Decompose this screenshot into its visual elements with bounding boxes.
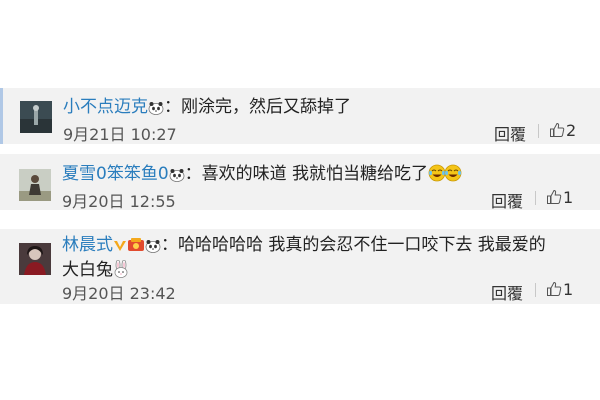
like-count: 2 [566,121,577,140]
verified-v-icon [113,237,127,259]
comment-content: 小不点迈克 ：刚涂完，然后又舔掉了 [63,96,351,121]
avatar[interactable] [19,243,51,275]
comment-text-line1: 哈哈哈哈哈 我真的会忍不住一口咬下去 我最爱的 [178,235,546,255]
comment-text-line2: 大白兔 [62,260,113,280]
comment-username[interactable]: 夏雪0笨笨鱼0 [62,164,169,184]
comment-timestamp: 9月21日 10:27 [63,125,177,144]
comment-username[interactable]: 林晨式 [62,235,113,255]
avatar[interactable] [20,101,52,133]
comment-timestamp: 9月20日 12:55 [62,192,176,211]
comment-content: 林晨式 ：哈哈哈哈哈 我真的会忍不住一口咬下去 我最爱的 [62,234,546,259]
avatar[interactable] [19,169,51,201]
like-button[interactable]: 1 [546,280,573,299]
badge-icon [127,237,145,259]
comment-text: 喜欢的味道 我就怕当糖给吃了 [201,164,429,184]
reply-button[interactable]: 回覆 [491,280,523,304]
comment-separator: ： [164,97,181,117]
panda-emoji-icon [169,166,185,188]
divider [535,191,536,205]
panda-emoji-icon [148,99,164,121]
like-count: 1 [563,188,574,207]
comment-content: 夏雪0笨笨鱼0 ：喜欢的味道 我就怕当糖给吃了 [62,163,462,188]
like-button[interactable]: 2 [549,121,576,140]
like-count: 1 [563,280,574,299]
thumb-up-icon [549,121,566,140]
like-button[interactable]: 1 [546,188,573,207]
comment-separator: ： [184,164,202,184]
thumb-up-icon [546,188,563,207]
reply-button[interactable]: 回覆 [491,188,523,212]
reply-button[interactable]: 回覆 [494,121,526,145]
comment-item: 小不点迈克 ：刚涂完，然后又舔掉了 9月21日 10:27 回覆 2 [0,88,600,144]
thumb-up-icon [546,280,563,299]
comment-separator: ： [161,235,178,255]
comment-username[interactable]: 小不点迈克 [63,97,148,117]
panda-emoji-icon [145,237,161,259]
divider [538,124,539,138]
comment-timestamp: 9月20日 23:42 [62,284,176,303]
laugh-cry-emoji-icon [428,164,462,188]
divider [535,283,536,297]
comment-item: 夏雪0笨笨鱼0 ：喜欢的味道 我就怕当糖给吃了 9月20日 12:55 回覆 1 [0,154,600,212]
comment-text: 刚涂完，然后又舔掉了 [181,97,351,117]
comment-item: 林晨式 ：哈哈哈哈哈 我真的会忍不住一口咬下去 我最爱的 大白兔 9月20日 23… [0,229,600,304]
